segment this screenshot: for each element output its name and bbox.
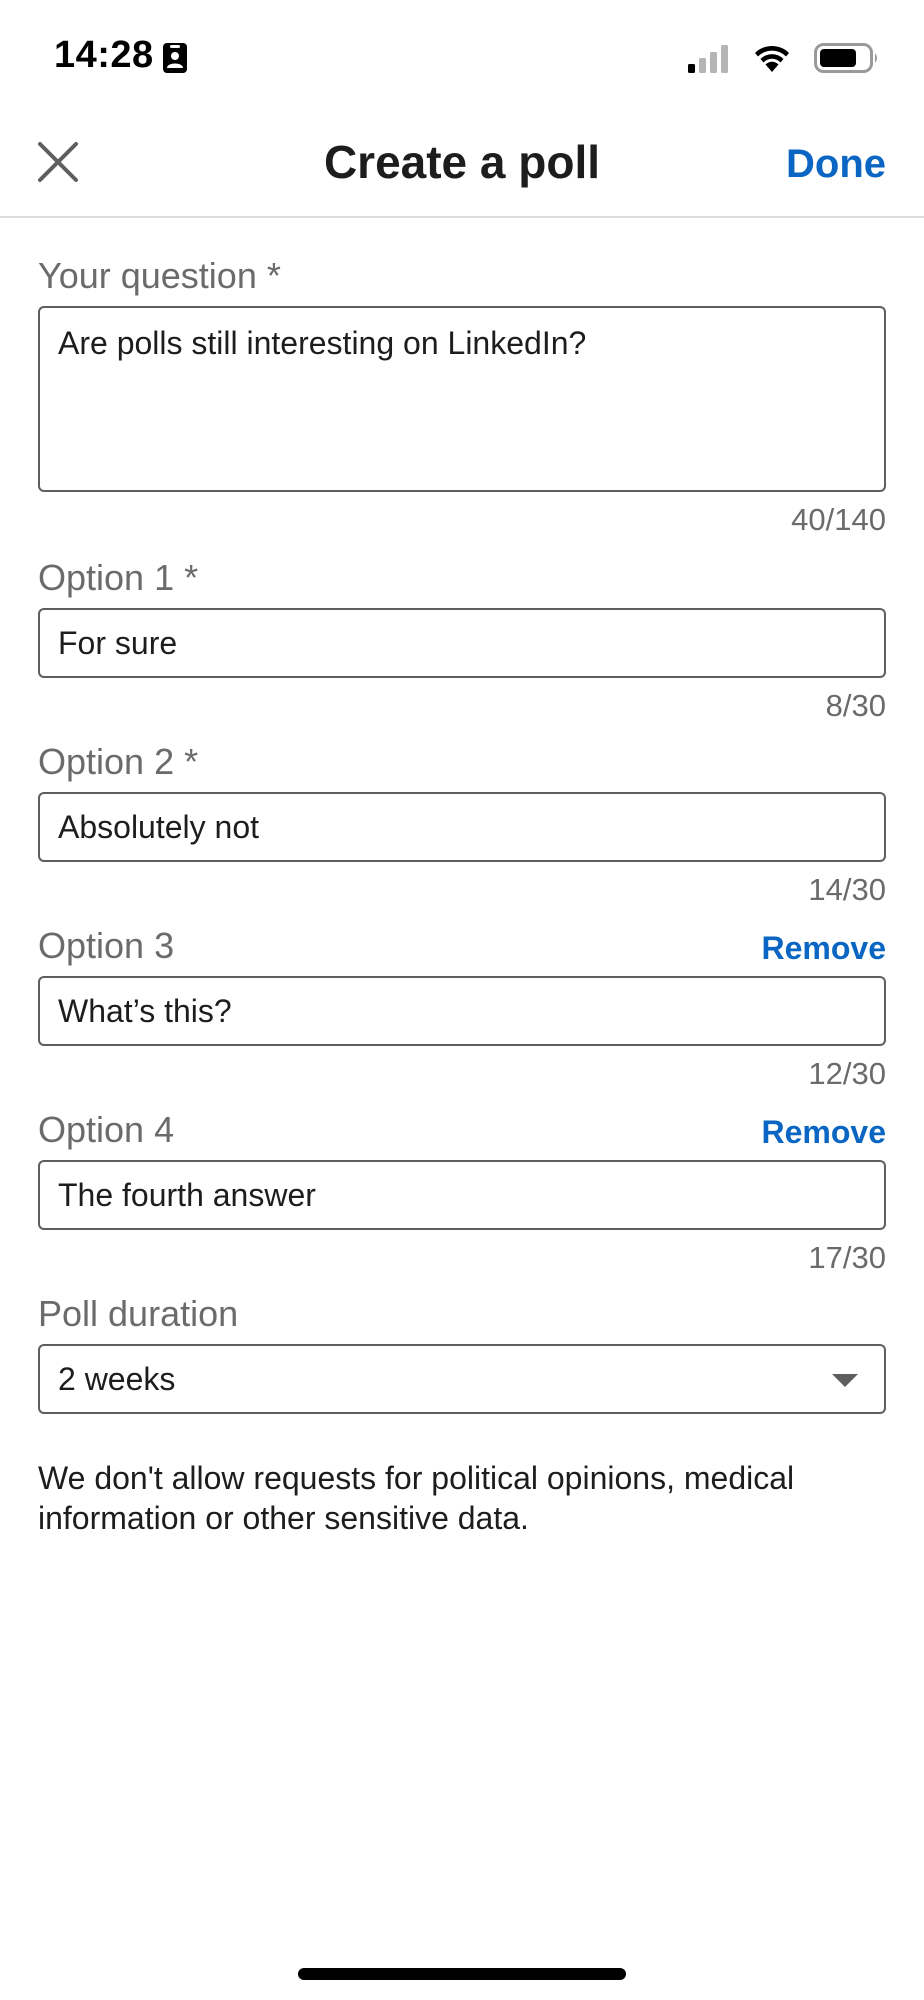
option-3-input[interactable] (38, 976, 886, 1046)
option-1-field: Option 1 * 8/30 (38, 556, 886, 726)
option-2-counter: 14/30 (808, 872, 886, 907)
option-1-input[interactable] (38, 608, 886, 678)
option-3-label: Option 3 (38, 925, 175, 966)
option-2-label: Option 2 * (38, 741, 199, 782)
header: Create a poll Done (0, 118, 924, 218)
home-indicator[interactable] (298, 1968, 626, 1980)
poll-form: Your question * Are polls still interest… (38, 254, 886, 1538)
question-counter: 40/140 (791, 502, 886, 537)
disclaimer-text: We don't allow requests for political op… (38, 1460, 795, 1536)
question-field: Your question * Are polls still interest… (38, 254, 886, 540)
option-4-remove-button[interactable]: Remove (762, 1112, 887, 1152)
option-4-input[interactable] (38, 1160, 886, 1230)
option-4-counter: 17/30 (808, 1240, 886, 1275)
done-button[interactable]: Done (786, 138, 886, 190)
poll-duration-value: 2 weeks (58, 1361, 176, 1397)
option-1-counter: 8/30 (825, 688, 886, 723)
option-2-label-row: Option 2 * (38, 740, 886, 784)
option-3-field: Option 3 Remove 12/30 (38, 924, 886, 1094)
poll-duration-label: Poll duration (38, 1293, 239, 1334)
signal-icon (688, 45, 728, 73)
wifi-icon (755, 45, 789, 72)
poll-duration-label-row: Poll duration (38, 1292, 886, 1336)
battery-icon (814, 43, 877, 73)
option-2-field: Option 2 * 14/30 (38, 740, 886, 910)
option-1-label: Option 1 * (38, 557, 199, 598)
question-label: Your question * (38, 255, 281, 296)
status-bar: 14:28 (0, 0, 924, 118)
question-input[interactable]: Are polls still interesting on LinkedIn? (38, 306, 886, 492)
option-3-counter: 12/30 (808, 1056, 886, 1091)
question-label-row: Your question * (38, 254, 886, 298)
poll-duration-field: Poll duration 2 weeks (38, 1292, 886, 1414)
status-time: 14:28 (54, 34, 154, 76)
id-badge-icon (163, 43, 187, 73)
option-2-input[interactable] (38, 792, 886, 862)
option-4-label: Option 4 (38, 1109, 175, 1150)
poll-duration-select[interactable]: 2 weeks (38, 1344, 886, 1414)
option-3-label-row: Option 3 Remove (38, 924, 886, 968)
option-3-remove-button[interactable]: Remove (762, 928, 887, 968)
option-4-label-row: Option 4 Remove (38, 1108, 886, 1152)
option-4-field: Option 4 Remove 17/30 (38, 1108, 886, 1278)
option-1-label-row: Option 1 * (38, 556, 886, 600)
chevron-down-icon (832, 1374, 858, 1387)
